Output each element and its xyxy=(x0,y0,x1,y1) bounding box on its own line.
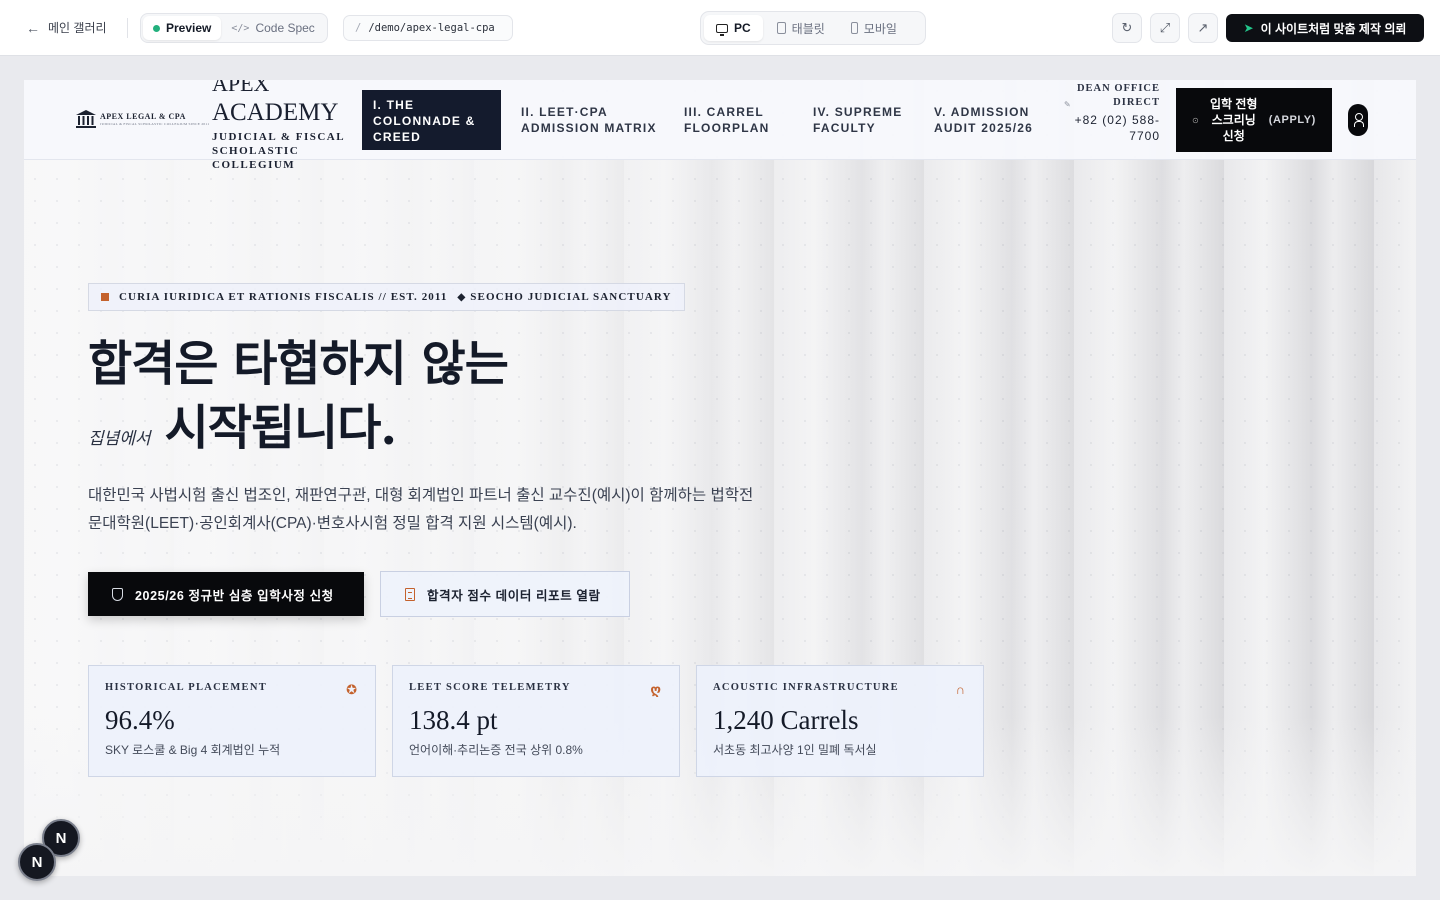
nav-item-colonnade[interactable]: I. THE COLONNADE & CREED xyxy=(362,90,501,150)
stat-label: HISTORICAL PLACEMENT xyxy=(105,682,268,693)
external-link-icon: ↗ xyxy=(1197,20,1209,35)
url-path-field[interactable]: / /demo/apex-legal-cpa xyxy=(343,15,513,41)
stat-caption: SKY 로스쿨 & Big 4 회계법인 누적 xyxy=(105,743,281,757)
brand-line3: JUDICIAL & FISCAL SCHOLASTIC COLLEGIUM xyxy=(212,131,345,171)
stat-card: HISTORICAL PLACEMENT ✪ 96.4% SKY 로스쿨 & B… xyxy=(88,665,376,777)
tagline-sub: SEOCHO JUDICIAL SANCTUARY xyxy=(470,291,672,303)
primary-apply-label: 2025/26 정규반 심층 입학사정 신청 xyxy=(135,588,334,603)
device-pc-label: PC xyxy=(734,21,751,35)
headphones-icon: ∩ xyxy=(955,682,965,697)
expand-icon: ⤢ xyxy=(1159,20,1171,35)
device-pc-tab[interactable]: PC xyxy=(704,15,763,41)
nav-item-admission-matrix[interactable]: II. LEET·CPA ADMISSION MATRIX xyxy=(521,104,661,136)
device-toggle: PC 태블릿 모바일 xyxy=(700,11,926,45)
view-mode-toggle: Preview </> Code Spec xyxy=(140,13,328,43)
phone-icon xyxy=(850,22,858,34)
score-report-button[interactable]: 합격자 점수 데이터 리포트 열람 xyxy=(380,571,630,617)
hero-tagline-badge: CURIA IURIDICA ET RATIONIS FISCALIS // E… xyxy=(88,283,685,311)
custom-order-label: 이 사이트처럼 맞춤 제작 의뢰 xyxy=(1260,21,1407,36)
tagline-main: CURIA IURIDICA ET RATIONIS FISCALIS // E… xyxy=(119,291,448,303)
stats-row: HISTORICAL PLACEMENT ✪ 96.4% SKY 로스쿨 & B… xyxy=(88,665,984,777)
refresh-button[interactable]: ↻ xyxy=(1112,13,1142,43)
device-mobile-tab[interactable]: 모바일 xyxy=(839,15,909,41)
dean-office-phone: +82 (02) 588-7700 xyxy=(1074,113,1160,143)
code-icon: </> xyxy=(231,22,250,34)
nav-item-admission-audit[interactable]: V. ADMISSION AUDIT 2025/26 xyxy=(934,104,1046,136)
primary-apply-button[interactable]: 2025/26 정규반 심층 입학사정 신청 xyxy=(88,572,364,616)
code-spec-tab[interactable]: </> Code Spec xyxy=(221,16,324,40)
back-label: 메인 갤러리 xyxy=(48,21,107,35)
stat-value: 138.4 pt xyxy=(409,705,498,735)
live-dot-icon xyxy=(153,24,160,32)
device-tablet-label: 태블릿 xyxy=(791,21,825,36)
document-icon xyxy=(405,587,415,601)
shield-icon xyxy=(112,587,123,601)
stat-card: ACOUSTIC INFRASTRUCTURE ∩ 1,240 Carrels … xyxy=(696,665,984,777)
temple-logo-icon xyxy=(76,110,96,128)
site-header: APEX LEGAL & CPA JUDICIAL & FISCAL SCHOL… xyxy=(24,80,1416,171)
preview-tab-label: Preview xyxy=(166,21,212,35)
brand-line1: APEX xyxy=(212,80,270,96)
accent-square-icon xyxy=(101,293,109,301)
brand-title[interactable]: APEX ACADEMY JUDICIAL & FISCAL SCHOLASTI… xyxy=(212,80,352,172)
award-icon: ✪ xyxy=(346,682,357,697)
dev-overlay-badge[interactable]: N xyxy=(18,843,56,881)
stat-caption: 서초동 최고사양 1인 밀폐 독서실 xyxy=(713,743,877,757)
score-report-label: 합격자 점수 데이터 리포트 열람 xyxy=(427,588,601,603)
preview-toolbar: ← 메인 갤러리 Preview </> Code Spec / /demo/a… xyxy=(0,0,1440,56)
apply-label: 입학 전형 스크리닝 신청 xyxy=(1209,97,1258,143)
tablet-icon xyxy=(776,22,786,34)
paper-plane-icon: ➤ xyxy=(1243,21,1254,35)
apply-tag: (APPLY) xyxy=(1268,114,1316,126)
seal-icon: ⊙ xyxy=(1192,115,1199,125)
stat-value: 1,240 Carrels xyxy=(713,705,859,735)
stat-caption: 언어이해·추리논증 전국 상위 0.8% xyxy=(409,743,583,757)
hero-description: 대한민국 사법시험 출신 법조인, 재판연구관, 대형 회계법인 파트너 출신 … xyxy=(88,487,754,532)
back-to-gallery-link[interactable]: ← 메인 갤러리 xyxy=(26,19,107,36)
brain-icon: ღ xyxy=(650,682,661,697)
nav-item-carrel-floorplan[interactable]: III. CARREL FLOORPLAN xyxy=(684,104,794,136)
site-logo[interactable]: APEX LEGAL & CPA JUDICIAL & FISCAL SCHOL… xyxy=(76,110,209,128)
code-spec-tab-label: Code Spec xyxy=(255,21,315,35)
stat-label: ACOUSTIC INFRASTRUCTURE xyxy=(713,682,899,693)
dean-office-label: DEAN OFFICE DIRECT xyxy=(1076,83,1160,108)
slash-icon: / xyxy=(355,22,362,34)
brand-line2: ACADEMY xyxy=(212,99,339,126)
url-path-text: /demo/apex-legal-cpa xyxy=(368,22,495,34)
apply-screening-button[interactable]: ⊙ 입학 전형 스크리닝 신청 (APPLY) xyxy=(1176,88,1332,152)
fullscreen-button[interactable]: ⤢ xyxy=(1150,13,1180,43)
logo-text: APEX LEGAL & CPA xyxy=(100,112,186,121)
headline-line2: 시작됩니다. xyxy=(164,400,398,456)
nav-item-supreme-faculty[interactable]: IV. SUPREME FACULTY xyxy=(813,104,913,136)
custom-order-button[interactable]: ➤ 이 사이트처럼 맞춤 제작 의뢰 xyxy=(1226,14,1424,42)
headline-line1: 합격은 타협하지 않는 xyxy=(88,336,509,392)
dean-office-contact[interactable]: ✎ DEAN OFFICE DIRECT +82 (02) 588-7700 xyxy=(1064,82,1160,144)
phone-icon: ✎ xyxy=(1064,100,1071,109)
open-new-tab-button[interactable]: ↗ xyxy=(1188,13,1218,43)
monitor-icon xyxy=(716,23,728,36)
arrow-left-icon: ← xyxy=(26,19,40,36)
diamond-icon: ◆ xyxy=(457,291,467,303)
headline-small: 집념에서 xyxy=(88,429,151,449)
stat-card: LEET SCORE TELEMETRY ღ 138.4 pt 언어이해·추리논… xyxy=(392,665,680,777)
preview-tab[interactable]: Preview xyxy=(143,16,222,40)
device-mobile-label: 모바일 xyxy=(863,21,897,36)
device-tablet-tab[interactable]: 태블릿 xyxy=(765,15,837,41)
hero-headline: 합격은 타협하지 않는 집념에서 시작됩니다. xyxy=(88,332,509,460)
site-preview-frame: APEX LEGAL & CPA JUDICIAL & FISCAL SCHOL… xyxy=(24,80,1416,876)
toolbar-divider xyxy=(127,18,128,38)
logo-subtext: JUDICIAL & FISCAL SCHOLASTIC COLLEGIUM S… xyxy=(100,122,210,126)
user-icon xyxy=(1354,113,1364,127)
account-button[interactable] xyxy=(1348,104,1368,136)
stat-value: 96.4% xyxy=(105,705,175,735)
stat-label: LEET SCORE TELEMETRY xyxy=(409,682,571,693)
refresh-icon: ↻ xyxy=(1121,20,1133,35)
